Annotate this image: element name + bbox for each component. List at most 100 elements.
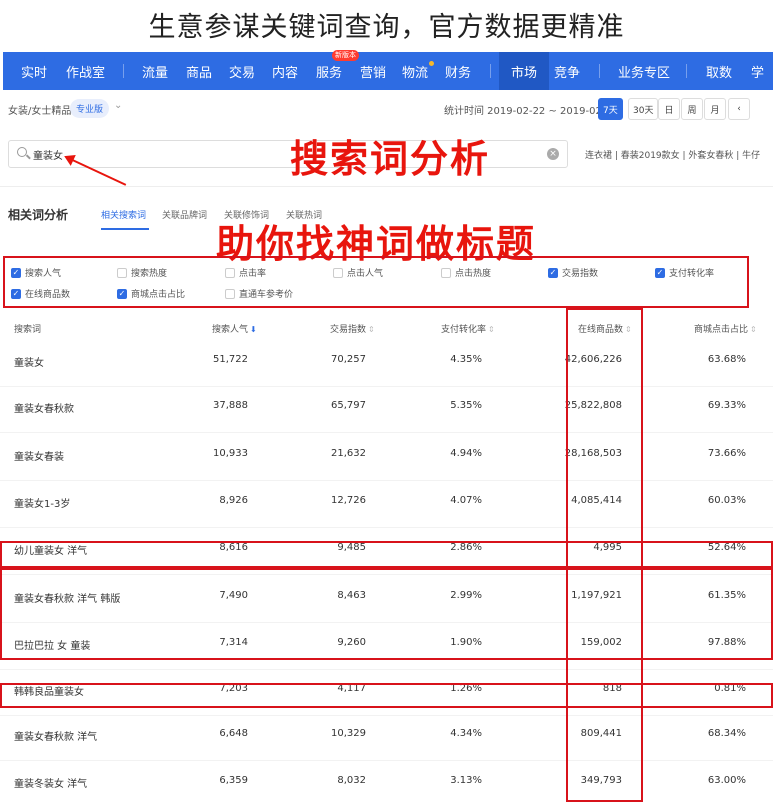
period-30d-button[interactable]: 30天 [628, 98, 659, 120]
checkbox-icon [333, 267, 343, 278]
metric-click-popularity[interactable]: 点击人气 [333, 266, 383, 279]
clear-icon[interactable]: × [547, 148, 559, 160]
metric-click-heat[interactable]: 点击热度 [441, 266, 491, 279]
keyword-cell[interactable]: 童装女春秋款 洋气 [14, 728, 97, 743]
checkbox-checked-icon: ✓ [117, 288, 127, 299]
header-label: 支付转化率 [441, 325, 487, 335]
table-row[interactable]: 童装冬装女 洋气 6,359 8,032 3.13% 349,793 63.00% [0, 775, 773, 797]
nav-item-traffic[interactable]: 流量 [142, 52, 168, 90]
keyword-cell[interactable]: 童装女1-3岁 [14, 495, 70, 510]
top-nav: 实时 作战室 流量 商品 交易 内容 服务 新版本 营销 物流 财务 市场 竞争… [3, 50, 773, 90]
nav-item-trade[interactable]: 交易 [229, 52, 255, 90]
value-cell: 10,933 [213, 448, 248, 459]
page-headline: 生意参谋关键词查询，官方数据更精准 [148, 11, 625, 43]
nav-item-competition[interactable]: 竞争 [554, 52, 580, 90]
prev-period-button[interactable]: ‹ [728, 98, 750, 120]
row-divider [0, 527, 773, 528]
nav-item-service[interactable]: 服务 新版本 [316, 50, 359, 90]
hot-search-words[interactable]: 连衣裙 | 春装2019款女 | 外套女春秋 | 牛仔 [585, 148, 760, 161]
value-cell: 73.66% [707, 448, 746, 459]
keyword-cell[interactable]: 童装女春秋款 [14, 400, 74, 415]
value-cell: 8,926 [219, 495, 248, 506]
metric-label: 搜索热度 [131, 269, 168, 279]
nav-logistics-label: 物流 [402, 65, 429, 81]
period-week-button[interactable]: 周 [681, 98, 703, 120]
value-cell: 12,726 [331, 495, 366, 506]
value-cell: 65,797 [331, 400, 366, 411]
active-tab-indicator [101, 228, 149, 230]
table-row[interactable]: 童装女1-3岁 8,926 12,726 4.07% 4,085,414 60.03% [0, 495, 773, 517]
nav-service-label: 服务 [316, 65, 343, 81]
value-cell: 70,257 [331, 354, 366, 365]
nav-item-content[interactable]: 内容 [272, 52, 298, 90]
keyword-cell[interactable]: 童装女春装 [14, 448, 64, 463]
keyword-cell[interactable]: 童装冬装女 洋气 [14, 775, 87, 790]
metric-ztc-ref-price[interactable]: 直通车参考价 [225, 287, 293, 300]
metric-label: 交易指数 [562, 269, 599, 279]
nav-item-data-fetch[interactable]: 取数 [706, 52, 732, 90]
row-divider [0, 669, 773, 670]
stat-time-range: 统计时间 2019-02-22 ~ 2019-02-28 [444, 106, 619, 117]
value-cell: 6,648 [219, 728, 248, 739]
checkbox-checked-icon: ✓ [548, 267, 558, 278]
table-row[interactable]: 童装女春秋款 洋气 6,648 10,329 4.34% 809,441 68.34% [0, 728, 773, 750]
nav-item-war-room[interactable]: 作战室 [66, 52, 105, 90]
table-row[interactable]: 童装女春秋款 37,888 65,797 5.35% 25,822,808 69.33% [0, 400, 773, 422]
value-cell: 69.33% [707, 400, 746, 411]
header-mall-click-ratio[interactable]: 商城点击占比 ⇕ [694, 322, 757, 335]
metric-selector: ✓ 搜索人气 搜索热度 点击率 点击人气 点击热度 ✓ 交易指数 ✓ 支付转化率 ✓ 在… [3, 256, 749, 308]
metric-trade-index[interactable]: ✓ 交易指数 [548, 266, 598, 279]
section-title: 相关词分析 [8, 208, 69, 222]
metric-online-products[interactable]: ✓ 在线商品数 [11, 287, 70, 300]
value-cell: 6,359 [219, 775, 248, 786]
category-selector[interactable]: 女装/女士精品 [8, 102, 71, 117]
nav-item-learn[interactable]: 学 [751, 52, 764, 90]
value-cell: 60.03% [707, 495, 746, 506]
nav-item-marketing[interactable]: 营销 [360, 52, 386, 90]
nav-item-logistics[interactable]: 物流 [402, 52, 435, 90]
period-month-button[interactable]: 月 [704, 98, 726, 120]
period-day-button[interactable]: 日 [658, 98, 680, 120]
metric-pay-conversion[interactable]: ✓ 支付转化率 [655, 266, 714, 279]
header-trade-index[interactable]: 交易指数 ⇕ [330, 322, 375, 335]
notification-dot-icon [429, 61, 435, 66]
period-7d-button[interactable]: 7天 [598, 98, 623, 120]
metric-mall-click-ratio[interactable]: ✓ 商城点击占比 [117, 287, 185, 300]
value-cell: 8,032 [337, 775, 366, 786]
table-row[interactable]: 童装女 51,722 70,257 4.35% 42,606,226 63.68% [0, 354, 773, 376]
metric-label: 在线商品数 [25, 290, 71, 300]
value-cell: 4.34% [450, 728, 482, 739]
checkbox-icon [225, 288, 235, 299]
value-cell: 4.35% [450, 354, 482, 365]
keyword-cell[interactable]: 童装女 [14, 354, 44, 369]
row-divider [0, 480, 773, 481]
metric-search-popularity[interactable]: ✓ 搜索人气 [11, 266, 61, 279]
sort-icon: ⇕ [750, 325, 757, 334]
header-pay-conversion[interactable]: 支付转化率 ⇕ [441, 322, 495, 335]
value-cell: 4.94% [450, 448, 482, 459]
sort-icon: ⇕ [488, 325, 495, 334]
highlight-row-box [0, 683, 773, 708]
value-cell: 37,888 [213, 400, 248, 411]
metric-click-rate[interactable]: 点击率 [225, 266, 266, 279]
nav-separator [123, 64, 124, 78]
tab-related-search-words[interactable]: 相关搜索词 [101, 208, 146, 221]
value-cell: 5.35% [450, 400, 482, 411]
sort-desc-icon: ⬇ [250, 325, 257, 334]
table-row[interactable]: 童装女春装 10,933 21,632 4.94% 28,168,503 73.66% [0, 448, 773, 470]
header-label: 交易指数 [330, 325, 367, 335]
nav-item-market[interactable]: 市场 [499, 52, 550, 90]
nav-item-business-zone[interactable]: 业务专区 [618, 52, 670, 90]
search-icon [17, 147, 27, 157]
nav-item-finance[interactable]: 财务 [445, 52, 471, 90]
header-search-popularity[interactable]: 搜索人气 ⬇ [212, 322, 257, 335]
nav-item-realtime[interactable]: 实时 [21, 52, 47, 90]
section-divider [0, 186, 773, 187]
metric-search-heat[interactable]: 搜索热度 [117, 266, 167, 279]
nav-item-products[interactable]: 商品 [186, 52, 212, 90]
tab-related-brand-words[interactable]: 关联品牌词 [162, 208, 207, 221]
metric-label: 直通车参考价 [239, 290, 294, 300]
value-cell: 21,632 [331, 448, 366, 459]
row-divider [0, 760, 773, 761]
chevron-down-icon[interactable]: ⌄ [114, 100, 122, 111]
